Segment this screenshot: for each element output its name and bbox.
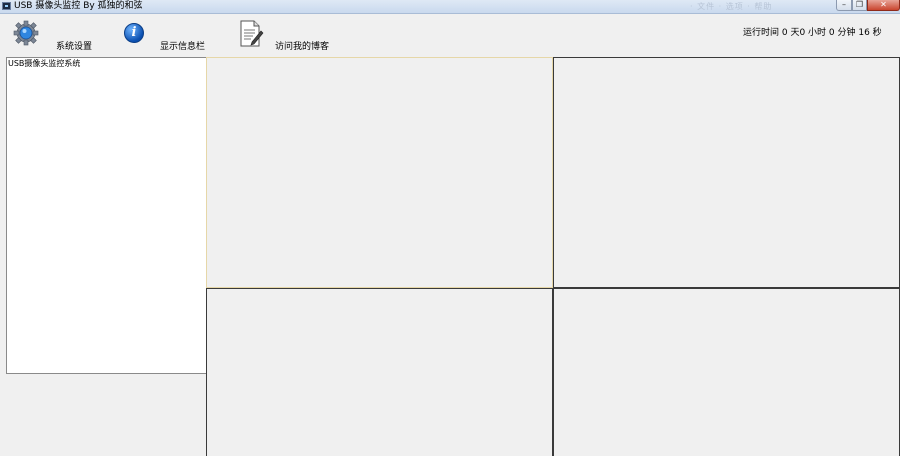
title-bar-faded-menu: · 文件 · 选项 · 帮助 xyxy=(690,2,773,11)
minimize-button[interactable]: – xyxy=(836,0,852,11)
gear-icon[interactable] xyxy=(13,20,39,46)
window-title: USB 摄像头监控 By 孤独的和弦 xyxy=(14,1,143,11)
video-pane-1[interactable] xyxy=(206,57,553,288)
toolbar: 系统设置 i 显示信息栏 访问我的博客 运行时间 0 天0 小时 0 分钟 16… xyxy=(0,14,900,57)
system-settings-button[interactable]: 系统设置 xyxy=(56,42,92,53)
show-info-bar-button[interactable]: 显示信息栏 xyxy=(160,42,205,53)
runtime-status: 运行时间 0 天0 小时 0 分钟 16 秒 xyxy=(743,28,882,38)
app-camera-icon xyxy=(2,2,11,10)
title-bar: USB 摄像头监控 By 孤独的和弦 · 文件 · 选项 · 帮助 – ❐ ✕ xyxy=(0,0,900,14)
document-edit-icon[interactable] xyxy=(239,20,264,47)
info-icon[interactable]: i xyxy=(124,23,144,43)
video-pane-3[interactable] xyxy=(206,288,553,456)
video-pane-4[interactable] xyxy=(553,288,900,456)
video-pane-2[interactable] xyxy=(553,57,900,288)
maximize-button[interactable]: ❐ xyxy=(852,0,867,11)
close-button[interactable]: ✕ xyxy=(867,0,900,11)
visit-blog-button[interactable]: 访问我的博客 xyxy=(275,42,329,53)
camera-tree-panel[interactable]: USB摄像头监控系统 xyxy=(6,57,206,374)
tree-root-item[interactable]: USB摄像头监控系统 xyxy=(8,59,80,69)
